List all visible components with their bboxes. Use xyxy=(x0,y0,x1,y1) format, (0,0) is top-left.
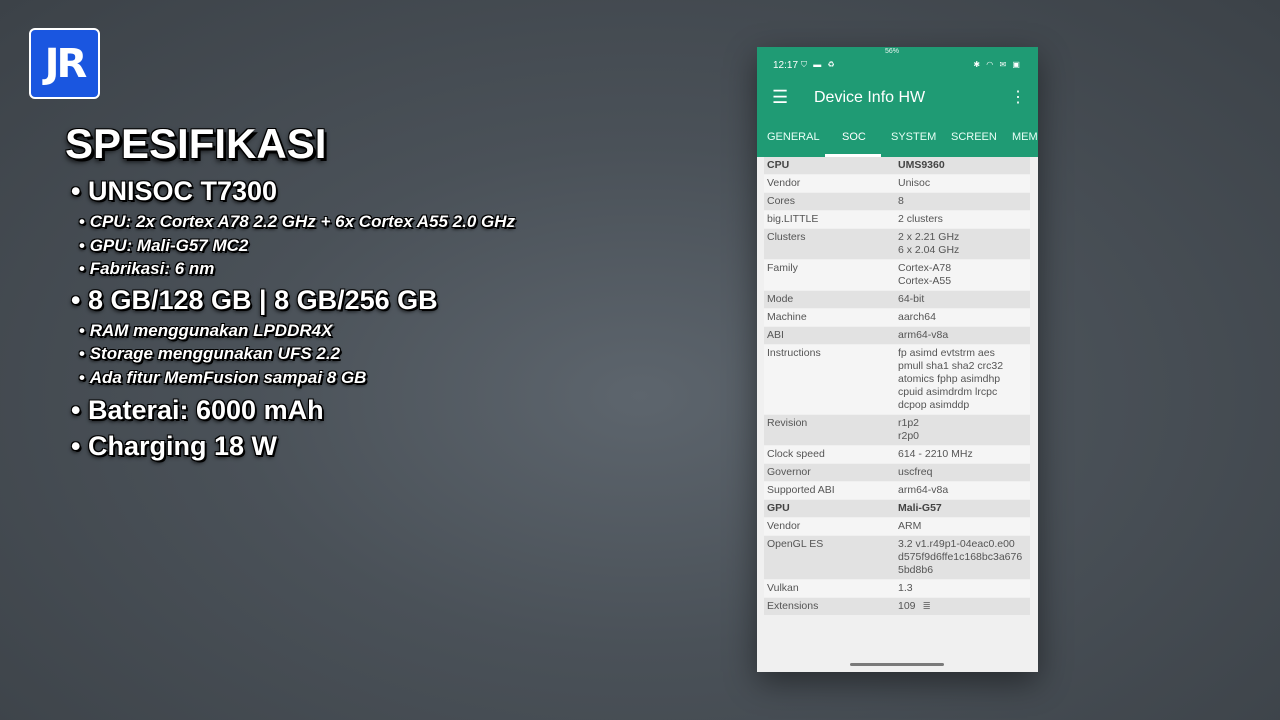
info-row: Instructions fp asimd evtstrm aes pmull s… xyxy=(764,345,1030,414)
info-value: arm64-v8a xyxy=(898,329,949,341)
info-key: OpenGL ES xyxy=(767,538,824,550)
spec-cpu: CPU: 2x Cortex A78 2.2 GHz + 6x Cortex A… xyxy=(79,210,515,234)
info-value: r1p2 r2p0 xyxy=(898,417,920,442)
info-key: Governor xyxy=(767,466,811,478)
spec-fab: Fabrikasi: 6 nm xyxy=(79,257,515,281)
info-key: Mode xyxy=(767,293,794,305)
info-value: Cortex-A78 Cortex-A55 xyxy=(898,262,952,287)
soc-info-list: CPU UMS9360 Vendor Unisoc Cores 8 big.LITTLE 2 … xyxy=(764,157,1030,616)
info-key: GPU xyxy=(767,502,790,514)
spec-list: SPESIFIKASI UNISOC T7300 CPU: 2x Cortex … xyxy=(65,118,515,461)
info-row: Family Cortex-A78 Cortex-A55 xyxy=(764,260,1030,290)
info-value: Unisoc xyxy=(898,177,931,189)
gesture-nav-bar[interactable] xyxy=(850,663,944,666)
system-status-icons: ✱ ◠ ✉ ▣ xyxy=(973,60,1022,69)
info-row: Vendor Unisoc xyxy=(764,175,1030,192)
tab-bar: GENERAL SOC SYSTEM SCREEN MEM xyxy=(757,115,1038,157)
phone-screen: 56% 12:17 ⛉ ▬ ♻ ✱ ◠ ✉ ▣ ☰ Device Info HW… xyxy=(757,47,1038,672)
info-row: Clusters 2 x 2.21 GHz 6 x 2.04 GHz xyxy=(764,229,1030,259)
info-value: aarch64 xyxy=(898,311,936,323)
info-row: big.LITTLE 2 clusters xyxy=(764,211,1030,228)
info-key: Supported ABI xyxy=(767,484,835,496)
spec-ram: RAM menggunakan LPDDR4X xyxy=(79,319,515,343)
info-key: Extensions xyxy=(767,600,819,612)
info-value: 8 xyxy=(898,195,904,207)
tab-general[interactable]: GENERAL xyxy=(767,131,820,143)
info-value: 2 clusters xyxy=(898,213,943,225)
app-bar: ☰ Device Info HW ⋮ xyxy=(757,79,1038,115)
jr-logo: JR xyxy=(29,28,100,99)
spec-memory: 8 GB/128 GB | 8 GB/256 GB xyxy=(71,285,515,315)
info-key: big.LITTLE xyxy=(767,213,819,225)
notification-icons: ⛉ ▬ ♻ xyxy=(801,60,837,69)
spec-battery: Baterai: 6000 mAh xyxy=(71,395,515,425)
more-vert-icon[interactable]: ⋮ xyxy=(1010,87,1026,107)
info-key: Clusters xyxy=(767,231,806,243)
spec-storage: Storage menggunakan UFS 2.2 xyxy=(79,342,515,366)
tab-system[interactable]: SYSTEM xyxy=(891,131,936,143)
info-value: fp asimd evtstrm aes pmull sha1 sha2 crc… xyxy=(898,347,1004,411)
info-key: Machine xyxy=(767,311,807,323)
info-key: ABI xyxy=(767,329,784,341)
spec-gpu: GPU: Mali-G57 MC2 xyxy=(79,234,515,258)
info-value: Mali-G57 xyxy=(898,502,942,514)
info-value: 614 - 2210 MHz xyxy=(898,448,973,460)
info-key: Vendor xyxy=(767,520,801,532)
status-time: 12:17 xyxy=(773,60,799,71)
spec-memfusion: Ada fitur MemFusion sampai 8 GB xyxy=(79,366,515,390)
info-value: 1.3 xyxy=(898,582,913,594)
info-row: CPU UMS9360 xyxy=(764,157,1030,174)
info-key: Cores xyxy=(767,195,796,207)
list-icon[interactable]: ≣ xyxy=(923,600,931,613)
info-row: Machine aarch64 xyxy=(764,309,1030,326)
spec-chip: UNISOC T7300 xyxy=(71,176,515,206)
info-value: UMS9360 xyxy=(898,159,945,171)
info-row: Clock speed 614 - 2210 MHz xyxy=(764,446,1030,463)
info-row: ABI arm64-v8a xyxy=(764,327,1030,344)
spec-charging: Charging 18 W xyxy=(71,431,515,461)
info-row: Revision r1p2 r2p0 xyxy=(764,415,1030,445)
info-row: Vendor ARM xyxy=(764,518,1030,535)
info-row: Cores 8 xyxy=(764,193,1030,210)
app-title: Device Info HW xyxy=(814,89,926,106)
tab-mem[interactable]: MEM xyxy=(1012,131,1038,143)
info-key: Vulkan xyxy=(767,582,799,594)
info-key: Vendor xyxy=(767,177,801,189)
battery-badge: 56% xyxy=(885,48,900,55)
info-row: OpenGL ES 3.2 v1.r49p1-04eac0.e00 d575f9d… xyxy=(764,536,1030,579)
info-row: Vulkan 1.3 xyxy=(764,580,1030,597)
info-value: 64-bit xyxy=(898,293,925,305)
info-key: Family xyxy=(767,262,798,274)
tab-screen[interactable]: SCREEN xyxy=(951,131,997,143)
info-row: GPU Mali-G57 xyxy=(764,500,1030,517)
info-key: Instructions xyxy=(767,347,821,359)
tab-soc[interactable]: SOC xyxy=(842,131,866,143)
info-value: ARM xyxy=(898,520,922,532)
info-key: Clock speed xyxy=(767,448,825,460)
info-row: Extensions 109 ≣ xyxy=(764,598,1030,615)
info-row: Governor uscfreq xyxy=(764,464,1030,481)
info-value: arm64-v8a xyxy=(898,484,949,496)
info-key: Revision xyxy=(767,417,808,429)
hamburger-icon[interactable]: ☰ xyxy=(772,87,788,108)
info-value: 109 xyxy=(898,600,916,612)
info-value: uscfreq xyxy=(898,466,933,478)
info-value: 2 x 2.21 GHz 6 x 2.04 GHz xyxy=(898,231,960,256)
status-bar: 56% 12:17 ⛉ ▬ ♻ ✱ ◠ ✉ ▣ xyxy=(757,47,1038,79)
info-row: Supported ABI arm64-v8a xyxy=(764,482,1030,499)
info-value: 3.2 v1.r49p1-04eac0.e00 d575f9d6ffe1c168… xyxy=(898,538,1023,576)
info-row: Mode 64-bit xyxy=(764,291,1030,308)
spec-title: SPESIFIKASI xyxy=(65,120,327,167)
info-key: CPU xyxy=(767,159,790,171)
